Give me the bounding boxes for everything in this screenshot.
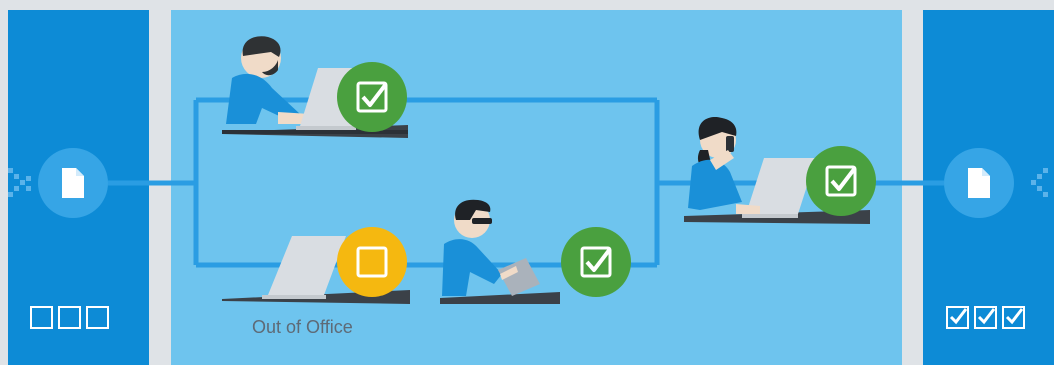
empty-checkbox-icon [58,306,81,329]
checked-checkbox-icon [1002,306,1025,329]
out-of-office-label: Out of Office [252,317,353,337]
document-icon [944,148,1014,218]
empty-checkbox-icon [30,306,53,329]
check-icon [561,227,631,297]
check-icon [806,146,876,216]
document-icon [38,148,108,218]
pending-approval-boxes [30,306,109,329]
person-tablet-icon [440,199,560,304]
checked-checkbox-icon [974,306,997,329]
check-icon [337,62,407,132]
pending-icon [337,227,407,297]
checked-checkbox-icon [946,306,969,329]
empty-checkbox-icon [86,306,109,329]
completed-approval-boxes [946,306,1025,329]
approval-workflow-diagram: Out of Office [0,0,1054,365]
workflow-connectors [8,36,1048,304]
